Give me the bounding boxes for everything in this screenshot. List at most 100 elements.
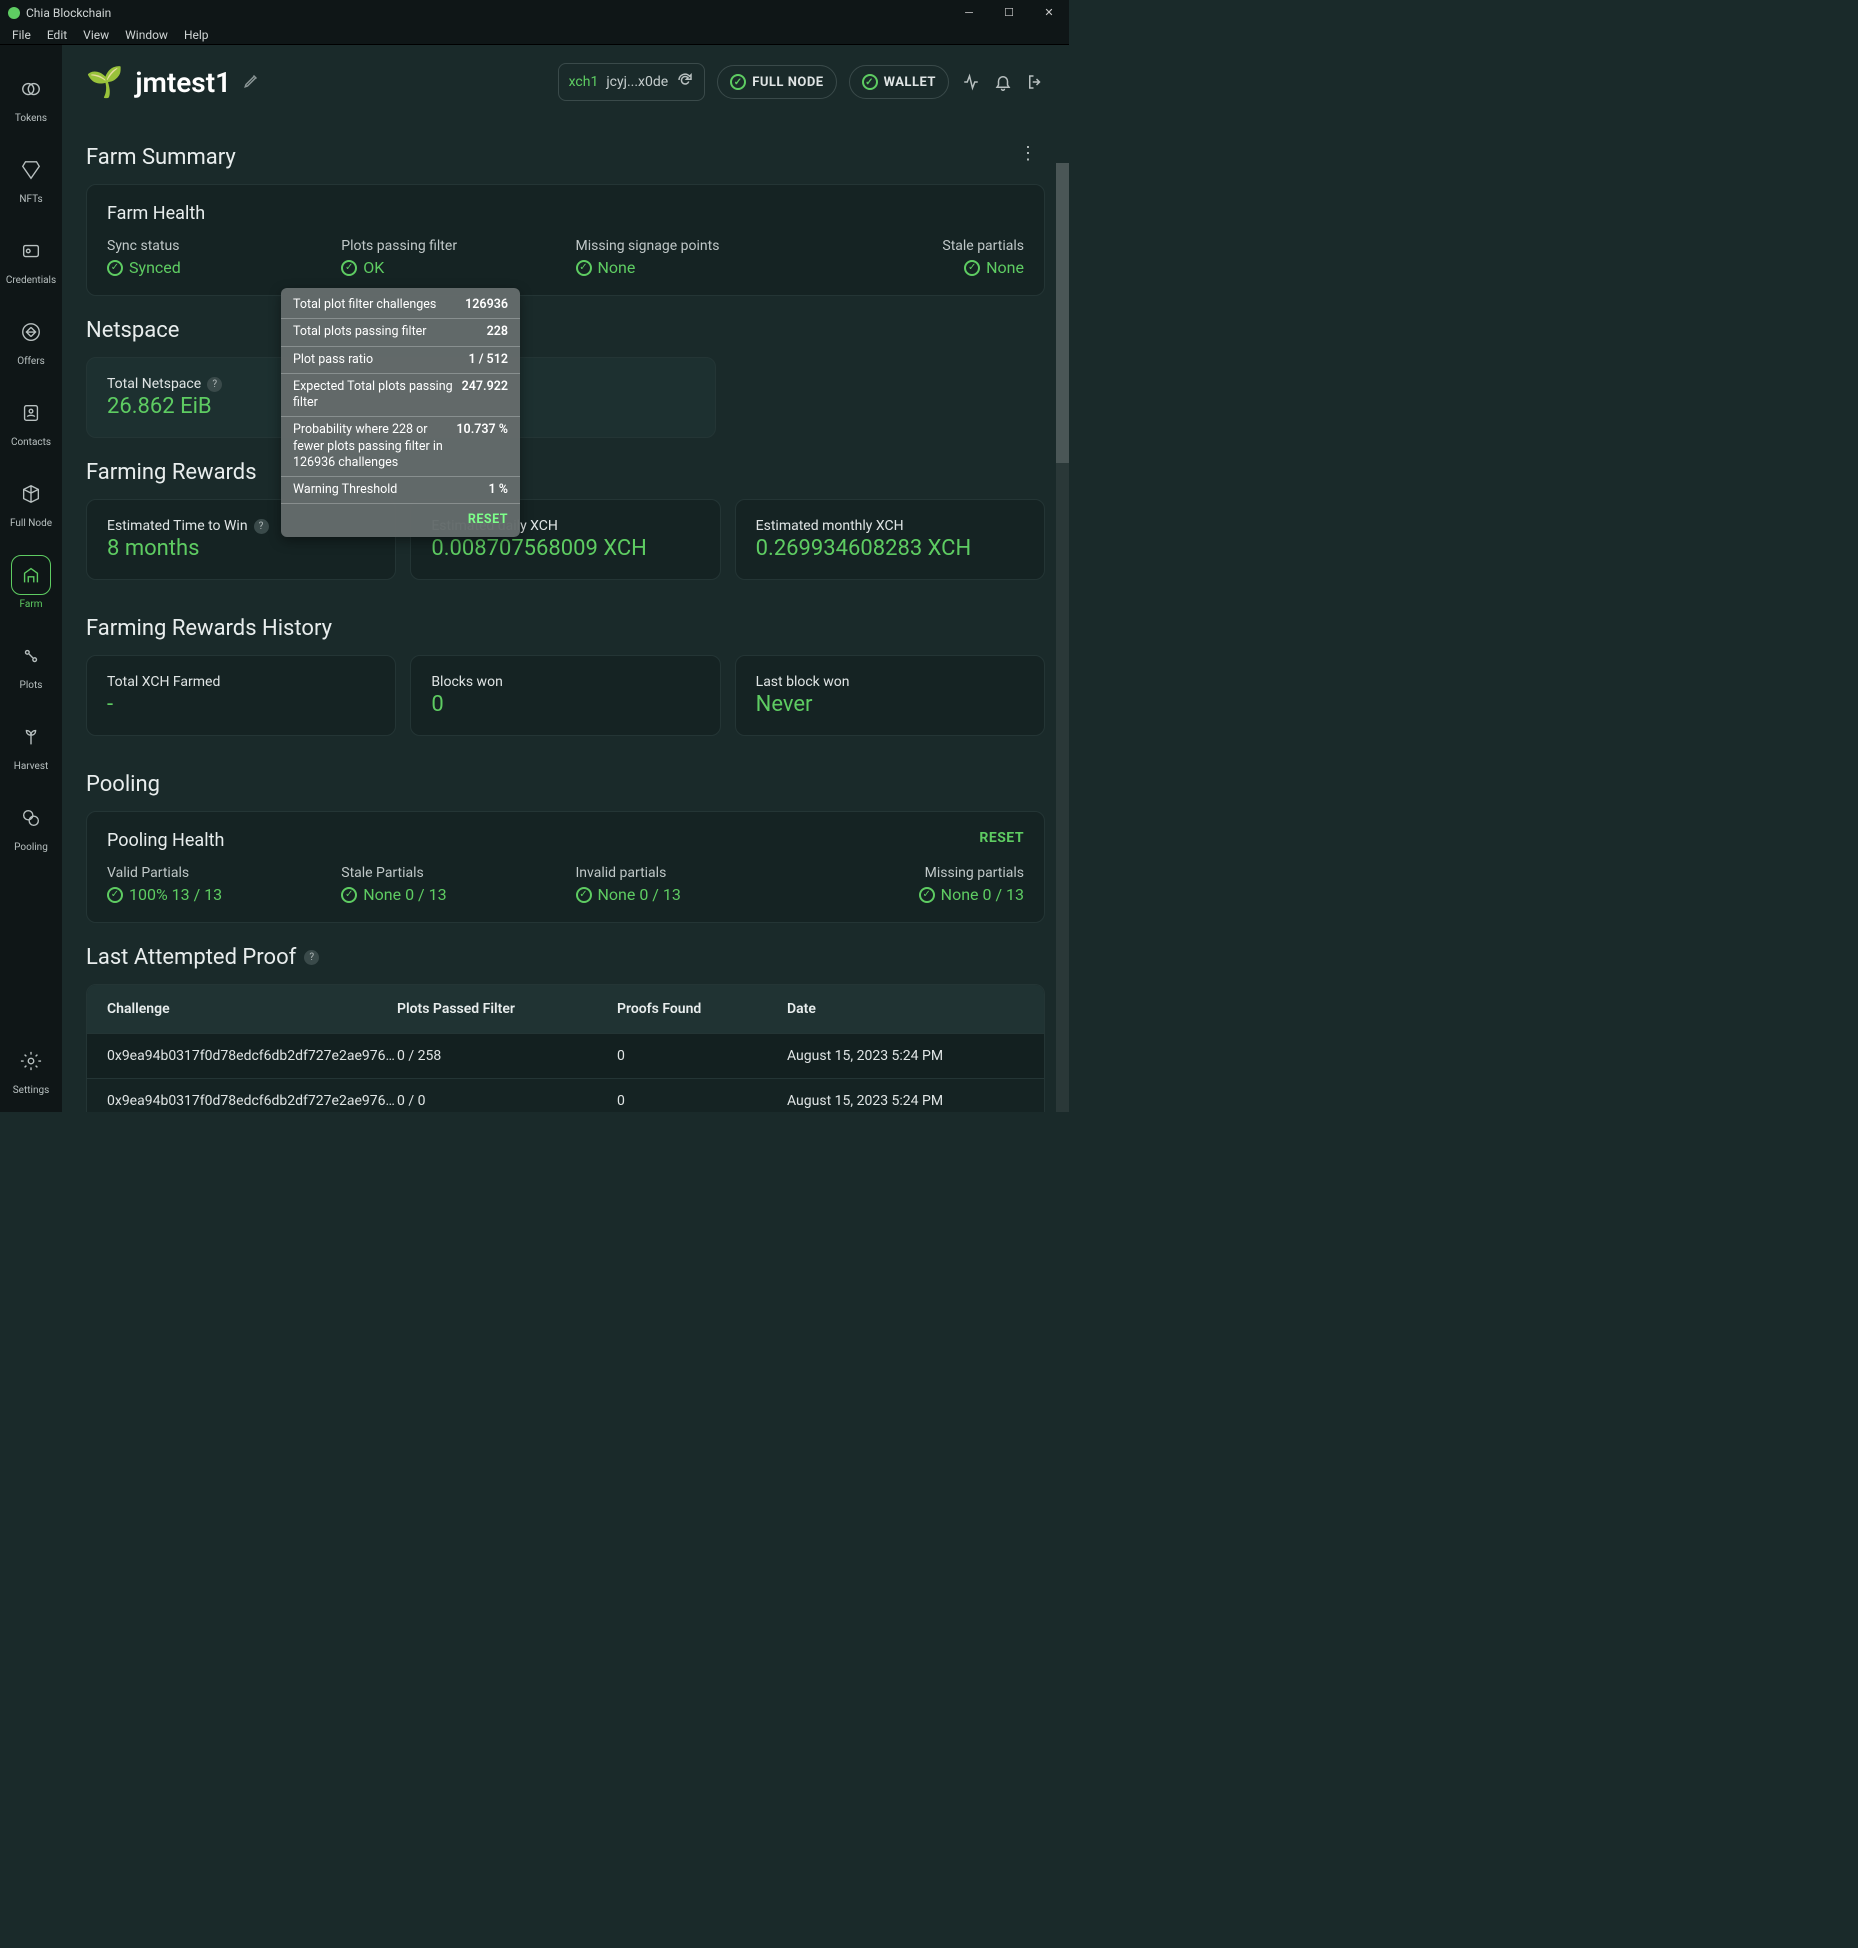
tokens-icon — [20, 78, 42, 100]
close-button[interactable]: ✕ — [1029, 0, 1069, 25]
sprout-icon: 🌱 — [86, 65, 123, 100]
check-icon: ✓ — [964, 260, 980, 276]
wallet-label: WALLET — [884, 75, 936, 90]
sidebar-item-tokens[interactable]: Tokens — [7, 65, 55, 128]
sidebar-label: Credentials — [6, 275, 56, 286]
cell-plots: 0 / 258 — [397, 1048, 617, 1064]
menu-edit[interactable]: Edit — [39, 28, 75, 42]
full-node-status[interactable]: ✓ FULL NODE — [717, 65, 836, 99]
cell-challenge: 0x9ea94b0317f0d78edcf6db2df727e2ae9768..… — [107, 1048, 397, 1064]
metric-value: None 0 / 13 — [941, 885, 1024, 904]
tip-value: 1 % — [489, 482, 508, 497]
menu-help[interactable]: Help — [176, 28, 217, 42]
card-title-farm-health: Farm Health — [107, 203, 1024, 224]
tip-value: 1 / 512 — [468, 352, 508, 367]
header: 🌱 jmtest1 xch1jcyj...x0de ✓ FULL NODE ✓ … — [62, 45, 1069, 101]
sidebar-label: Offers — [17, 356, 45, 367]
sidebar-item-contacts[interactable]: Contacts — [7, 389, 55, 452]
edit-name-button[interactable] — [243, 71, 261, 93]
tip-label: Total plot filter challenges — [293, 297, 457, 313]
last-proof-label: Last Attempted Proof — [86, 945, 296, 970]
bell-icon[interactable] — [993, 72, 1013, 92]
check-icon: ✓ — [862, 74, 878, 90]
metric-label: Missing partials — [810, 865, 1024, 881]
gear-icon — [20, 1050, 42, 1072]
diamond-icon — [20, 159, 42, 181]
pooling-health-card: Pooling Health RESET Valid Partials ✓100… — [86, 811, 1045, 923]
contacts-icon — [20, 402, 42, 424]
cell-date: August 15, 2023 5:24 PM — [787, 1048, 1024, 1064]
tip-value: 228 — [487, 324, 508, 339]
sidebar-item-harvest[interactable]: Harvest — [7, 713, 55, 776]
th-plots: Plots Passed Filter — [397, 1001, 617, 1017]
sidebar-item-pooling[interactable]: Pooling — [7, 794, 55, 857]
sidebar-item-settings[interactable]: Settings — [7, 1037, 55, 1100]
menu-window[interactable]: Window — [117, 28, 176, 42]
monthly-xch-card: Estimated monthly XCH 0.269934608283 XCH — [735, 499, 1045, 580]
last-block-value: Never — [756, 692, 1024, 717]
scrollbar-thumb[interactable] — [1056, 163, 1069, 463]
metric-value: None — [598, 258, 636, 277]
address-prefix: xch1 — [569, 74, 599, 90]
cell-proofs: 0 — [617, 1093, 787, 1109]
metric-value: None 0 / 13 — [363, 885, 446, 904]
section-title-pooling: Pooling — [86, 772, 1045, 797]
farm-icon — [20, 564, 42, 586]
monthly-label: Estimated monthly XCH — [756, 518, 1024, 534]
logout-icon[interactable] — [1025, 72, 1045, 92]
address-box[interactable]: xch1jcyj...x0de — [558, 63, 706, 101]
metric-label: Missing signage points — [576, 238, 790, 254]
activity-icon[interactable] — [961, 72, 981, 92]
help-icon[interactable]: ? — [304, 950, 319, 965]
check-icon: ✓ — [919, 887, 935, 903]
etw-value: 8 months — [107, 536, 375, 561]
sidebar-item-credentials[interactable]: Credentials — [2, 227, 60, 290]
wallet-status[interactable]: ✓ WALLET — [849, 65, 949, 99]
help-icon[interactable]: ? — [254, 519, 269, 534]
farmed-value: - — [107, 692, 375, 717]
section-title-history: Farming Rewards History — [86, 616, 1045, 641]
pooling-reset-button[interactable]: RESET — [979, 830, 1024, 846]
minimize-button[interactable]: ─ — [949, 0, 989, 25]
tooltip-reset-button[interactable]: RESET — [281, 504, 520, 527]
sidebar-label: Full Node — [10, 518, 52, 529]
help-icon[interactable]: ? — [207, 377, 222, 392]
app-icon — [8, 7, 20, 19]
sidebar-label: Plots — [20, 680, 43, 691]
metric-label: Invalid partials — [576, 865, 790, 881]
metric-label: Stale Partials — [341, 865, 555, 881]
th-date: Date — [787, 1001, 1024, 1017]
sidebar-label: NFTs — [19, 194, 42, 205]
sidebar-item-full-node[interactable]: Full Node — [6, 470, 56, 533]
cell-date: August 15, 2023 5:24 PM — [787, 1093, 1024, 1109]
metric-label: Sync status — [107, 238, 321, 254]
tip-label: Plot pass ratio — [293, 352, 460, 368]
full-node-label: FULL NODE — [752, 75, 823, 90]
sidebar-item-farm[interactable]: Farm — [7, 551, 55, 614]
tip-value: 247.922 — [462, 379, 508, 394]
menu-view[interactable]: View — [75, 28, 117, 42]
maximize-button[interactable]: ☐ — [989, 0, 1029, 25]
sidebar-item-offers[interactable]: Offers — [7, 308, 55, 371]
window-title: Chia Blockchain — [26, 6, 111, 20]
menu-file[interactable]: File — [4, 28, 39, 42]
metric-value: None 0 / 13 — [598, 885, 681, 904]
total-farmed-card: Total XCH Farmed - — [86, 655, 396, 736]
metric-value: None — [986, 258, 1024, 277]
section-title-netspace: Netspace — [86, 318, 1045, 343]
more-menu-button[interactable]: ⋮ — [1011, 139, 1045, 168]
window-controls: ─ ☐ ✕ — [949, 0, 1069, 25]
last-block-card: Last block won Never — [735, 655, 1045, 736]
refresh-icon[interactable] — [676, 71, 694, 93]
sidebar-label: Harvest — [14, 761, 49, 772]
last-block-label: Last block won — [756, 674, 1024, 690]
section-title-rewards: Farming Rewards — [86, 460, 1045, 485]
blocks-won-card: Blocks won 0 — [410, 655, 720, 736]
sidebar-item-nfts[interactable]: NFTs — [7, 146, 55, 209]
tip-label: Probability where 228 or fewer plots pas… — [293, 422, 448, 471]
card-title-pooling-health: Pooling Health — [107, 830, 1024, 851]
offers-icon — [20, 321, 42, 343]
sidebar-label: Contacts — [11, 437, 51, 448]
sidebar-item-plots[interactable]: Plots — [7, 632, 55, 695]
sidebar-label: Settings — [13, 1085, 50, 1096]
